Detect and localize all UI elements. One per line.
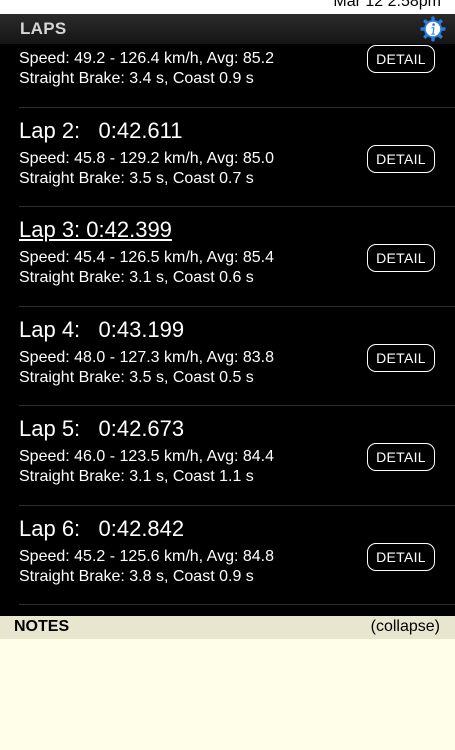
lap-list[interactable]: Lap 1: 0:42.747Speed: 49.2 - 126.4 km/h,… <box>0 14 455 605</box>
lap-speed-stats: Speed: 45.8 - 129.2 km/h, Avg: 85.0 <box>19 149 274 167</box>
lap-speed-stats: Speed: 45.2 - 125.6 km/h, Avg: 84.8 <box>19 547 274 565</box>
lap-brake-stats: Straight Brake: 3.4 s, Coast 0.9 s <box>19 70 254 87</box>
status-time: Mar 12 2:58pm <box>333 0 441 10</box>
lap-speed-stats: Speed: 45.4 - 126.5 km/h, Avg: 85.4 <box>19 249 274 266</box>
lap-row[interactable]: Lap 3: 0:42.399 Speed: 45.4 - 126.5 km/h,… <box>19 207 455 307</box>
status-bar: Mar 12 2:58pm <box>0 0 455 14</box>
laps-list-area[interactable]: Lap 1: 0:42.747Speed: 49.2 - 126.4 km/h,… <box>0 14 455 614</box>
notes-textarea[interactable] <box>0 639 455 750</box>
notes-collapse-link[interactable]: (collapse) <box>371 618 440 636</box>
lap-time-title: Lap 6: 0:42.842 <box>19 515 185 541</box>
lap-speed-stats: Speed: 46.0 - 123.5 km/h, Avg: 84.4 <box>19 448 274 465</box>
notes-header: NOTES (collapse) <box>0 616 455 639</box>
lap-time-title: Lap 4: 0:43.199 <box>19 316 185 342</box>
notes-title: NOTES <box>14 618 70 635</box>
lap-time-title[interactable]: Lap 3: 0:42.399 <box>19 217 172 243</box>
lap-brake-stats: Straight Brake: 3.8 s, Coast 0.9 s <box>19 567 254 585</box>
lap-speed-stats: Speed: 48.0 - 127.3 km/h, Avg: 83.8 <box>19 348 274 366</box>
lap-time-title: Lap 2: 0:42.611 <box>19 117 183 143</box>
laps-header: LAPS <box>0 14 455 44</box>
detail-button[interactable]: DETAIL <box>367 244 435 272</box>
laps-title: LAPS <box>20 19 67 38</box>
lap-row[interactable]: Lap 6: 0:42.842 Speed: 45.2 - 125.6 km/h,… <box>19 506 455 605</box>
detail-button[interactable]: DETAIL <box>367 443 435 471</box>
lap-row[interactable]: Lap 4: 0:43.199 Speed: 48.0 - 127.3 km/h,… <box>19 307 455 406</box>
detail-button[interactable]: DETAIL <box>367 343 435 372</box>
lap-speed-stats: Speed: 49.2 - 126.4 km/h, Avg: 85.2 <box>19 50 274 67</box>
lap-row[interactable]: Lap 5: 0:42.673 Speed: 46.0 - 123.5 km/h,… <box>19 406 455 506</box>
lap-brake-stats: Straight Brake: 3.5 s, Coast 0.5 s <box>19 368 254 386</box>
lap-brake-stats: Straight Brake: 3.5 s, Coast 0.7 s <box>19 169 254 187</box>
detail-button[interactable]: DETAIL <box>367 542 435 571</box>
detail-button[interactable]: DETAIL <box>367 144 435 173</box>
lap-row[interactable]: Lap 2: 0:42.611 Speed: 45.8 - 129.2 km/h,… <box>19 108 455 207</box>
lap-brake-stats: Straight Brake: 3.1 s, Coast 0.6 s <box>19 269 254 286</box>
lap-brake-stats: Straight Brake: 3.1 s, Coast 1.1 s <box>19 468 254 485</box>
detail-button[interactable]: DETAIL <box>367 45 435 73</box>
lap-time-title: Lap 5: 0:42.673 <box>19 416 185 441</box>
info-gear-icon[interactable] <box>420 16 446 42</box>
